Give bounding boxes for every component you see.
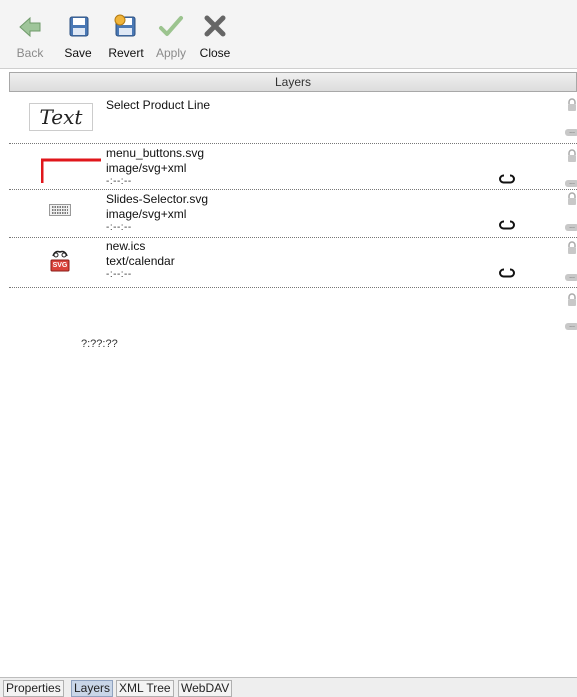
revert-label: Revert [108,46,144,60]
more-options-button[interactable]: ... [565,180,577,187]
more-options-button[interactable]: ... [565,323,577,330]
close-label: Close [199,46,231,60]
layer-row[interactable]: Slides-Selector.svg image/svg+xml -:--:-… [9,189,577,238]
link-icon[interactable] [499,267,515,281]
layer-name: new.ics [106,239,146,253]
more-options-button[interactable]: ... [565,224,577,231]
more-options-button[interactable]: ... [565,129,577,136]
back-arrow-icon [10,12,50,42]
layer-name: menu_buttons.svg [106,146,205,160]
layers-list[interactable]: Text Select Product Line ... menu_button… [9,92,577,677]
tab-properties[interactable]: Properties [3,680,64,697]
panel-tabs: Properties Layers XML Tree WebDAV [0,677,577,697]
text-thumbnail-label: Text [39,105,83,129]
grid-thumbnail [49,204,71,216]
red-corner-thumbnail [40,158,101,184]
back-button[interactable]: Back [10,12,50,64]
text-thumbnail: Text [29,103,93,131]
layer-name: Select Product Line [106,98,211,112]
tab-webdav[interactable]: WebDAV [178,680,233,697]
revert-button[interactable]: Revert [104,12,148,64]
layer-row[interactable]: menu_buttons.svg image/svg+xml -:--:-- .… [9,143,577,190]
layer-row[interactable]: SVG new.ics text/calendar -:--:-- ... [9,237,577,288]
tab-xml-tree[interactable]: XML Tree [116,680,174,697]
svg-file-thumbnail: SVG [49,247,71,273]
layer-row[interactable]: Text Select Product Line ... [9,92,577,144]
floppy-disk-icon [58,12,98,42]
toolbar: Back Save Revert Apply Close [0,0,577,69]
close-x-icon [196,12,234,42]
lock-icon[interactable] [567,192,577,206]
layer-mime-type: text/calendar [106,254,175,268]
layer-date: -:--:-- [106,269,132,280]
layers-panel-header: Layers [9,72,577,92]
save-button[interactable]: Save [58,12,98,64]
lock-icon[interactable] [567,293,577,307]
checkmark-icon [152,12,190,42]
link-icon[interactable] [499,219,515,233]
empty-layer-row[interactable]: ... ?:??:?? [9,287,577,367]
apply-label: Apply [155,46,187,60]
lock-icon[interactable] [567,98,577,112]
layer-mime-type: image/svg+xml [106,161,187,175]
lock-icon[interactable] [567,241,577,255]
tab-layers[interactable]: Layers [71,680,114,697]
layer-name: Slides-Selector.svg [106,192,209,206]
layer-mime-type: image/svg+xml [106,207,187,221]
layer-date: ?:??:?? [81,338,118,350]
back-label: Back [16,46,44,60]
more-options-button[interactable]: ... [565,274,577,281]
revert-icon [104,12,148,42]
close-button[interactable]: Close [196,12,234,64]
layer-date: -:--:-- [106,176,132,187]
apply-button[interactable]: Apply [152,12,190,64]
save-label: Save [64,46,92,60]
lock-icon[interactable] [567,149,577,163]
layer-date: -:--:-- [106,222,132,233]
svg-file-thumbnail-label: SVG [52,262,68,269]
link-icon[interactable] [499,173,515,187]
